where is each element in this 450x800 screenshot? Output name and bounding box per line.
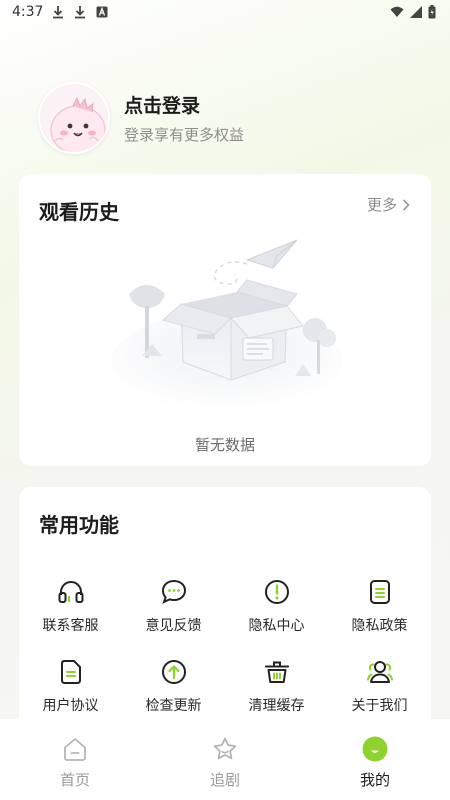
status-bar: 4:37: [0, 0, 450, 24]
basket-icon: [264, 661, 289, 683]
tab-following-label: 追剧: [209, 771, 240, 789]
function-label: 检查更新: [145, 698, 202, 714]
function-item-privacy-center[interactable]: 隐私中心: [225, 577, 328, 635]
function-item-check-update[interactable]: 检查更新: [122, 657, 225, 715]
battery-icon: [428, 5, 436, 19]
exclamation-circle-icon: [264, 580, 289, 604]
more-link[interactable]: 更多: [367, 194, 411, 215]
wifi-icon: [390, 6, 404, 17]
tab-mine-label: 我的: [359, 771, 390, 789]
download-icon: [75, 6, 86, 19]
function-label: 隐私中心: [248, 618, 305, 634]
app-notification-icon: [96, 6, 108, 18]
login-title[interactable]: 点击登录: [124, 91, 244, 118]
function-label: 用户协议: [42, 698, 99, 714]
login-subtitle: 登录享有更多权益: [124, 126, 245, 144]
empty-state-text: 暂无数据: [194, 436, 255, 454]
avatar[interactable]: [38, 82, 110, 154]
home-icon: [64, 738, 86, 761]
file-icon: [60, 660, 81, 684]
download-icon: [53, 6, 64, 19]
common-functions-title: 常用功能: [39, 513, 119, 537]
function-item-feedback[interactable]: 意见反馈: [122, 577, 225, 635]
tab-home-label: 首页: [59, 771, 90, 789]
common-functions-card: 常用功能 联系客服 意见反馈 隐私中心 隐私政策 用户协议 检查更新 清理缓存 …: [19, 487, 431, 737]
more-label: 更多: [366, 196, 397, 214]
function-item-about-us[interactable]: 关于我们: [328, 657, 431, 715]
team-icon: [366, 661, 393, 683]
watch-history-title: 观看历史: [39, 200, 119, 224]
login-header[interactable]: 点击登录 登录享有更多权益: [38, 82, 244, 154]
empty-box-illustration: [111, 239, 343, 412]
status-time: 4:37: [12, 4, 44, 20]
headset-icon: [58, 581, 83, 603]
signal-icon: [410, 6, 422, 18]
function-label: 关于我们: [351, 698, 408, 714]
arrow-up-circle-icon: [161, 660, 186, 684]
profile-face-icon: [362, 736, 388, 762]
tab-home[interactable]: 首页: [15, 735, 135, 790]
star-icon: [213, 737, 237, 760]
tab-following[interactable]: 追剧: [165, 735, 285, 790]
watch-history-card: 观看历史 更多 暂无数据: [19, 174, 431, 466]
function-item-contact-service[interactable]: 联系客服: [19, 577, 122, 635]
function-item-user-agreement[interactable]: 用户协议: [19, 657, 122, 715]
function-item-clear-cache[interactable]: 清理缓存: [225, 657, 328, 715]
function-item-privacy-policy[interactable]: 隐私政策: [328, 577, 431, 635]
chat-bubble-icon: [161, 579, 186, 604]
bottom-tab-bar: 首页 追剧 我的: [0, 719, 450, 800]
chevron-right-icon: [402, 198, 410, 211]
function-label: 联系客服: [42, 618, 99, 634]
tab-mine[interactable]: 我的: [315, 735, 435, 790]
function-label: 清理缓存: [248, 698, 305, 714]
function-label: 隐私政策: [351, 618, 408, 634]
function-label: 意见反馈: [145, 618, 202, 634]
mascot-avatar-icon: [40, 84, 108, 152]
function-grid: 联系客服 意见反馈 隐私中心 隐私政策 用户协议 检查更新 清理缓存 关于我们: [19, 577, 431, 715]
document-list-icon: [369, 580, 390, 604]
